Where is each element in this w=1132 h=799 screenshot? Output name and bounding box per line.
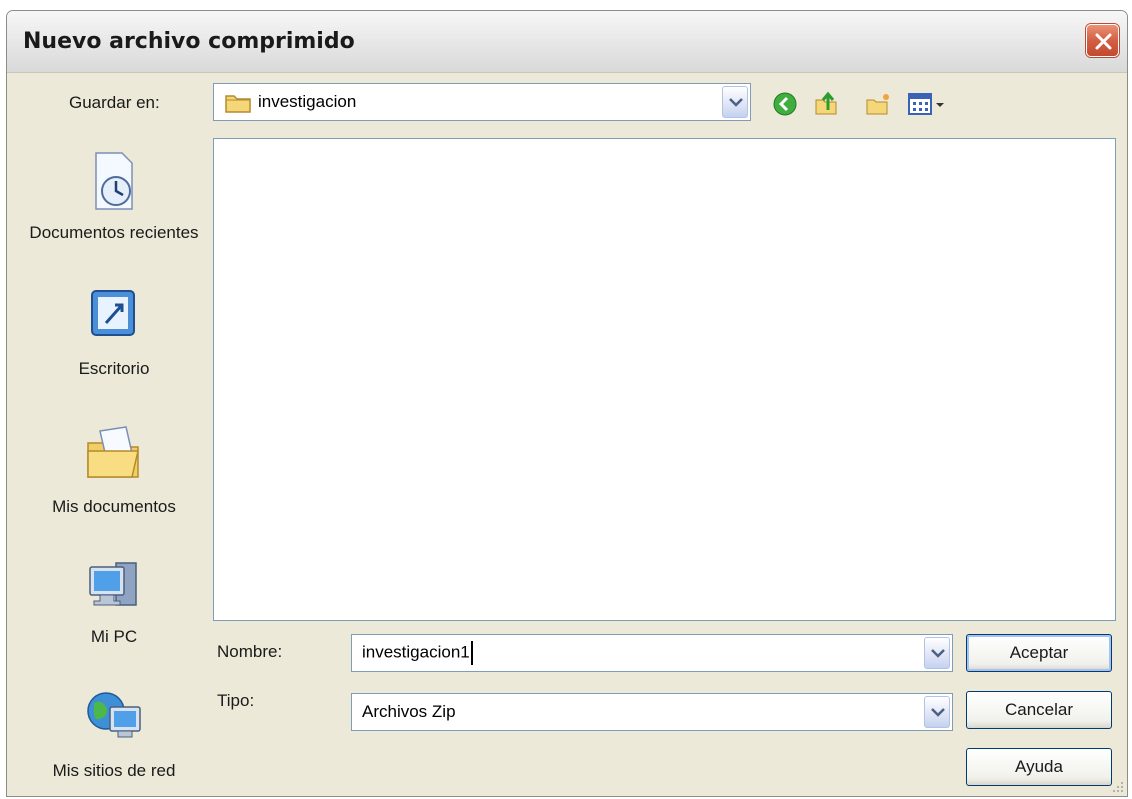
filename-dropdown-button[interactable]	[924, 637, 950, 669]
new-folder-icon[interactable]	[865, 91, 891, 117]
accept-button[interactable]: Aceptar	[966, 634, 1112, 672]
view-menu-icon[interactable]	[907, 91, 949, 117]
close-icon	[1095, 33, 1112, 50]
desktop-icon	[91, 290, 135, 336]
filename-value: investigacion1	[362, 642, 470, 662]
chevron-down-icon	[931, 708, 945, 717]
place-label-desktop: Escritorio	[78, 359, 150, 378]
close-button[interactable]	[1086, 24, 1119, 57]
filetype-value: Archivos Zip	[362, 702, 456, 721]
place-label-recent: Documentos recientes	[29, 223, 199, 242]
up-folder-icon[interactable]	[813, 90, 839, 116]
filetype-label: Tipo:	[217, 691, 255, 710]
my-computer-icon	[89, 562, 137, 606]
filename-value-wrap: investigacion1	[362, 641, 473, 665]
cancel-button[interactable]: Cancelar	[966, 691, 1112, 729]
filetype-select[interactable]: Archivos Zip	[351, 693, 953, 731]
help-button[interactable]: Ayuda	[966, 748, 1112, 786]
title-bar[interactable]: Nuevo archivo comprimido	[7, 11, 1127, 73]
places-bar: Documentos recientes Escritorio Mis docu…	[29, 139, 199, 784]
chevron-down-icon	[931, 649, 945, 658]
save-in-dropdown-button[interactable]	[722, 86, 748, 118]
text-cursor	[470, 641, 473, 665]
dialog-title: Nuevo archivo comprimido	[23, 29, 355, 54]
filetype-dropdown-button[interactable]	[924, 696, 950, 728]
place-label-network: Mis sitios de red	[52, 761, 176, 780]
back-icon[interactable]	[772, 91, 798, 117]
resize-grip-icon[interactable]	[1111, 780, 1125, 794]
save-dialog: Nuevo archivo comprimido Guardar en: inv…	[6, 10, 1128, 797]
file-list[interactable]	[213, 138, 1116, 621]
save-in-label: Guardar en:	[69, 93, 160, 112]
recent-documents-icon	[95, 152, 133, 210]
folder-icon	[225, 95, 251, 113]
my-documents-icon	[87, 426, 139, 478]
network-places-icon	[87, 692, 141, 738]
chevron-down-icon	[729, 98, 743, 107]
place-label-my-documents: Mis documentos	[52, 497, 176, 516]
place-label-my-computer: Mi PC	[90, 627, 138, 646]
save-in-dropdown[interactable]: investigacion	[213, 83, 751, 121]
filename-input[interactable]: investigacion1	[351, 634, 953, 672]
save-in-value: investigacion	[258, 92, 357, 111]
filename-label: Nombre:	[217, 642, 283, 661]
